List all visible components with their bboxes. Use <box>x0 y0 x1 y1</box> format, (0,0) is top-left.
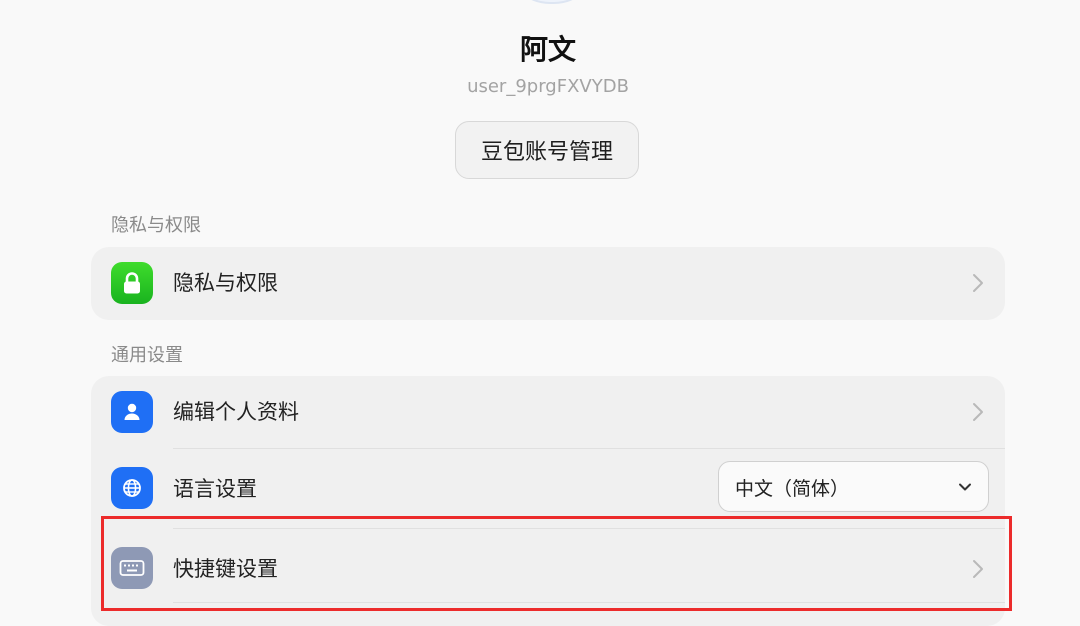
settings-row-label: 编辑个人资料 <box>173 400 299 424</box>
general-settings-card: 编辑个人资料 语言设置 中文（简体） 快捷键设置 <box>91 376 1005 626</box>
profile-name: 阿文 <box>519 33 576 66</box>
section-title-privacy: 隐私与权限 <box>111 215 201 236</box>
settings-row-label: 快捷键设置 <box>173 557 278 581</box>
lock-icon <box>111 262 153 304</box>
chevron-right-icon <box>973 560 983 578</box>
section-title-general: 通用设置 <box>111 345 183 366</box>
settings-row-label: 语言设置 <box>173 477 257 501</box>
settings-row-language: 语言设置 中文（简体） <box>91 449 1005 529</box>
settings-row-label: 隐私与权限 <box>173 271 278 295</box>
person-icon <box>111 391 153 433</box>
user-id: user_9prgFXVYDB <box>467 76 629 97</box>
chevron-right-icon <box>973 274 983 292</box>
privacy-card: 隐私与权限 <box>91 247 1005 320</box>
language-select[interactable]: 中文（简体） <box>718 461 989 512</box>
language-select-value: 中文（简体） <box>735 478 850 500</box>
keyboard-icon <box>111 547 153 589</box>
avatar[interactable] <box>505 0 599 4</box>
chevron-down-icon <box>959 483 971 491</box>
settings-row-edit-profile[interactable]: 编辑个人资料 <box>91 376 1005 449</box>
globe-icon <box>111 467 153 509</box>
settings-row-privacy[interactable]: 隐私与权限 <box>91 247 1005 320</box>
settings-row-shortcuts[interactable]: 快捷键设置 <box>91 529 1005 609</box>
chevron-right-icon <box>973 403 983 421</box>
divider <box>173 602 1005 603</box>
account-management-button[interactable]: 豆包账号管理 <box>455 121 639 179</box>
